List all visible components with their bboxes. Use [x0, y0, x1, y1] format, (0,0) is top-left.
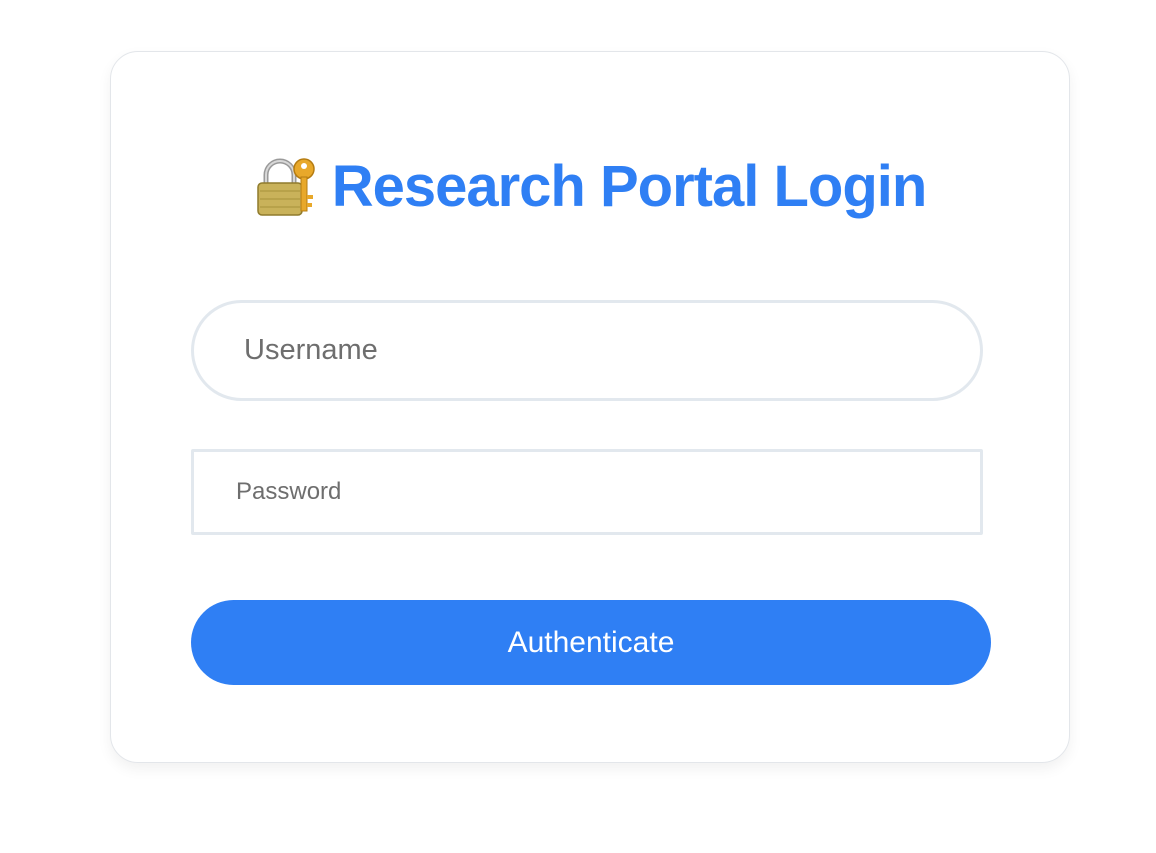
password-input[interactable]: Password [191, 449, 983, 535]
authenticate-button-label: Authenticate [507, 625, 675, 659]
username-placeholder: Username [244, 334, 378, 366]
authenticate-button[interactable]: Authenticate [191, 600, 991, 685]
login-card: Research Portal Login Username Password … [110, 51, 1070, 763]
password-placeholder: Password [236, 478, 342, 505]
login-heading: Research Portal Login [111, 152, 1071, 222]
username-input[interactable]: Username [191, 300, 983, 401]
lock-with-key-icon [256, 155, 316, 219]
page-title: Research Portal Login [331, 154, 928, 219]
